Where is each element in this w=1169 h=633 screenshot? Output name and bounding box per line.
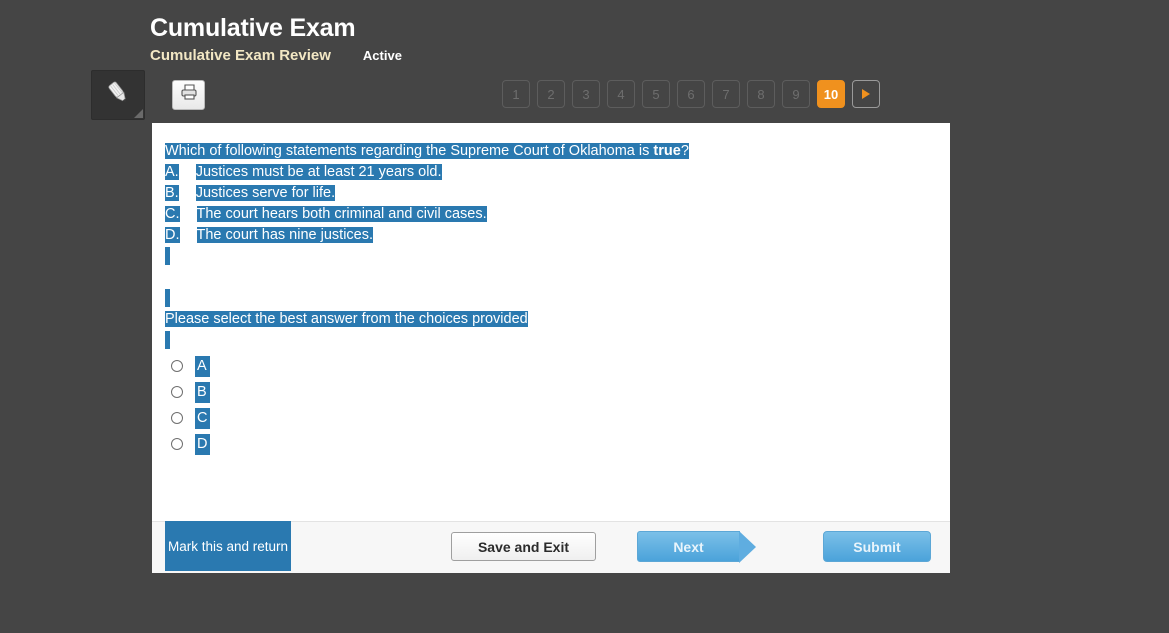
answer-row-b[interactable]: B <box>167 379 210 405</box>
page-button-10[interactable]: 10 <box>817 80 845 108</box>
answer-prompt: Please select the best answer from the c… <box>165 309 937 330</box>
answer-row-a[interactable]: A <box>167 353 210 379</box>
highlighter-tool-button[interactable] <box>91 70 145 120</box>
resize-corner-icon <box>134 109 143 118</box>
page-button-5[interactable]: 5 <box>642 80 670 108</box>
choice-line-a: A. Justices must be at least 21 years old… <box>165 162 937 183</box>
answer-options: A B C D <box>167 353 211 457</box>
choice-text-c: The court hears both criminal and civil … <box>196 206 487 222</box>
panel-footer: Mark this and return Save and Exit Next … <box>152 521 950 573</box>
answer-label-a: A <box>195 355 210 377</box>
selection-bar <box>165 246 937 267</box>
choice-letter-d: D. <box>165 227 180 243</box>
selection-bar <box>165 330 937 351</box>
page-title: Cumulative Exam <box>150 14 356 42</box>
next-button-label: Next <box>673 538 704 555</box>
answer-label-b: B <box>195 381 210 403</box>
answer-prompt-text: Please select the best answer from the c… <box>165 311 528 327</box>
page-button-7[interactable]: 7 <box>712 80 740 108</box>
answer-row-c[interactable]: C <box>167 405 211 431</box>
question-stem-emphasis: true <box>653 143 681 159</box>
page-button-2[interactable]: 2 <box>537 80 565 108</box>
radio-button-c[interactable] <box>171 412 183 424</box>
choice-line-b: B. Justices serve for life. <box>165 183 937 204</box>
page-button-6[interactable]: 6 <box>677 80 705 108</box>
page-button-3[interactable]: 3 <box>572 80 600 108</box>
radio-button-b[interactable] <box>171 386 183 398</box>
pagination[interactable]: 1 2 3 4 5 6 7 8 9 10 <box>502 80 880 108</box>
question-stem: Which of following statements regarding … <box>165 141 937 162</box>
question-panel: Which of following statements regarding … <box>152 123 950 573</box>
status-badge: Active <box>362 48 402 63</box>
radio-button-d[interactable] <box>171 438 183 450</box>
selection-bar <box>165 288 937 309</box>
selection-bar-mark <box>165 289 170 308</box>
exam-subtitle: Cumulative Exam Review <box>150 47 331 64</box>
page-button-1[interactable]: 1 <box>502 80 530 108</box>
print-button[interactable] <box>172 80 205 110</box>
choice-text-b: Justices serve for life. <box>195 185 336 201</box>
answer-label-d: D <box>195 433 211 455</box>
choice-letter-b: B. <box>165 185 179 201</box>
question-body: Which of following statements regarding … <box>165 141 937 351</box>
page-button-8[interactable]: 8 <box>747 80 775 108</box>
highlighter-pen-icon <box>103 78 133 113</box>
choice-text-a: Justices must be at least 21 years old. <box>195 164 442 180</box>
page-button-9[interactable]: 9 <box>782 80 810 108</box>
question-stem-text: Which of following statements regarding … <box>165 143 654 159</box>
next-button-arrow-icon <box>739 531 756 563</box>
save-and-exit-button[interactable]: Save and Exit <box>451 532 596 561</box>
selection-bar-mark <box>165 331 170 350</box>
choice-line-d: D. The court has nine justices. <box>165 225 937 246</box>
submit-button[interactable]: Submit <box>823 531 931 562</box>
answer-label-c: C <box>195 407 211 429</box>
choice-text-d: The court has nine justices. <box>196 227 374 243</box>
radio-button-a[interactable] <box>171 360 183 372</box>
choice-letter-a: A. <box>165 164 179 180</box>
next-page-button[interactable] <box>852 80 880 108</box>
subtitle-row: Cumulative Exam Review Active <box>150 47 402 64</box>
printer-icon <box>179 83 199 107</box>
choice-letter-c: C. <box>165 206 180 222</box>
page-button-4[interactable]: 4 <box>607 80 635 108</box>
next-button[interactable]: Next <box>637 531 756 563</box>
choice-line-c: C. The court hears both criminal and civi… <box>165 204 937 225</box>
answer-row-d[interactable]: D <box>167 431 211 457</box>
mark-and-return-link[interactable]: Mark this and return <box>165 521 292 571</box>
question-stem-suffix: ? <box>680 143 689 159</box>
next-arrow-icon <box>862 89 870 99</box>
selection-bar-mark <box>165 247 170 266</box>
